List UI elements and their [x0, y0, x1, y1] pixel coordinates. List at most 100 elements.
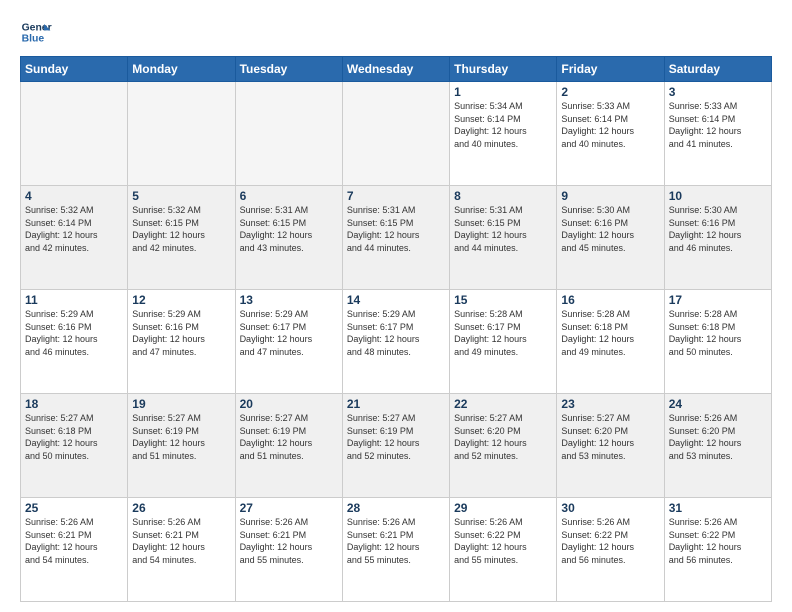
day-number: 29 [454, 501, 552, 515]
day-number: 1 [454, 85, 552, 99]
day-info: Sunrise: 5:31 AM Sunset: 6:15 PM Dayligh… [240, 204, 338, 254]
day-number: 7 [347, 189, 445, 203]
day-number: 23 [561, 397, 659, 411]
calendar-cell: 19Sunrise: 5:27 AM Sunset: 6:19 PM Dayli… [128, 394, 235, 498]
day-number: 8 [454, 189, 552, 203]
calendar-cell: 27Sunrise: 5:26 AM Sunset: 6:21 PM Dayli… [235, 498, 342, 602]
calendar-cell: 3Sunrise: 5:33 AM Sunset: 6:14 PM Daylig… [664, 82, 771, 186]
day-number: 24 [669, 397, 767, 411]
day-number: 17 [669, 293, 767, 307]
day-info: Sunrise: 5:26 AM Sunset: 6:22 PM Dayligh… [454, 516, 552, 566]
calendar-cell: 25Sunrise: 5:26 AM Sunset: 6:21 PM Dayli… [21, 498, 128, 602]
day-info: Sunrise: 5:29 AM Sunset: 6:17 PM Dayligh… [240, 308, 338, 358]
calendar-cell: 8Sunrise: 5:31 AM Sunset: 6:15 PM Daylig… [450, 186, 557, 290]
day-number: 31 [669, 501, 767, 515]
calendar-cell: 24Sunrise: 5:26 AM Sunset: 6:20 PM Dayli… [664, 394, 771, 498]
day-number: 21 [347, 397, 445, 411]
calendar-cell: 31Sunrise: 5:26 AM Sunset: 6:22 PM Dayli… [664, 498, 771, 602]
day-info: Sunrise: 5:31 AM Sunset: 6:15 PM Dayligh… [347, 204, 445, 254]
calendar-cell: 1Sunrise: 5:34 AM Sunset: 6:14 PM Daylig… [450, 82, 557, 186]
day-info: Sunrise: 5:26 AM Sunset: 6:22 PM Dayligh… [561, 516, 659, 566]
day-info: Sunrise: 5:33 AM Sunset: 6:14 PM Dayligh… [561, 100, 659, 150]
calendar-cell: 20Sunrise: 5:27 AM Sunset: 6:19 PM Dayli… [235, 394, 342, 498]
day-info: Sunrise: 5:27 AM Sunset: 6:19 PM Dayligh… [347, 412, 445, 462]
day-number: 27 [240, 501, 338, 515]
day-info: Sunrise: 5:27 AM Sunset: 6:18 PM Dayligh… [25, 412, 123, 462]
day-number: 26 [132, 501, 230, 515]
calendar-header-thursday: Thursday [450, 57, 557, 82]
calendar-cell: 13Sunrise: 5:29 AM Sunset: 6:17 PM Dayli… [235, 290, 342, 394]
day-number: 12 [132, 293, 230, 307]
day-info: Sunrise: 5:26 AM Sunset: 6:21 PM Dayligh… [347, 516, 445, 566]
calendar-cell: 12Sunrise: 5:29 AM Sunset: 6:16 PM Dayli… [128, 290, 235, 394]
day-info: Sunrise: 5:27 AM Sunset: 6:20 PM Dayligh… [561, 412, 659, 462]
day-number: 20 [240, 397, 338, 411]
day-number: 5 [132, 189, 230, 203]
day-number: 28 [347, 501, 445, 515]
day-number: 22 [454, 397, 552, 411]
calendar-cell: 28Sunrise: 5:26 AM Sunset: 6:21 PM Dayli… [342, 498, 449, 602]
day-number: 4 [25, 189, 123, 203]
svg-text:Blue: Blue [22, 34, 45, 45]
day-number: 30 [561, 501, 659, 515]
day-info: Sunrise: 5:29 AM Sunset: 6:17 PM Dayligh… [347, 308, 445, 358]
calendar-header-tuesday: Tuesday [235, 57, 342, 82]
day-info: Sunrise: 5:26 AM Sunset: 6:21 PM Dayligh… [132, 516, 230, 566]
day-info: Sunrise: 5:28 AM Sunset: 6:17 PM Dayligh… [454, 308, 552, 358]
calendar-cell: 15Sunrise: 5:28 AM Sunset: 6:17 PM Dayli… [450, 290, 557, 394]
page: General Blue SundayMondayTuesdayWednesda… [0, 0, 792, 612]
calendar-cell: 26Sunrise: 5:26 AM Sunset: 6:21 PM Dayli… [128, 498, 235, 602]
logo-icon: General Blue [20, 16, 52, 48]
day-info: Sunrise: 5:33 AM Sunset: 6:14 PM Dayligh… [669, 100, 767, 150]
day-number: 9 [561, 189, 659, 203]
day-number: 18 [25, 397, 123, 411]
calendar-cell: 22Sunrise: 5:27 AM Sunset: 6:20 PM Dayli… [450, 394, 557, 498]
calendar-header-friday: Friday [557, 57, 664, 82]
day-number: 3 [669, 85, 767, 99]
day-info: Sunrise: 5:26 AM Sunset: 6:22 PM Dayligh… [669, 516, 767, 566]
calendar-header-monday: Monday [128, 57, 235, 82]
calendar-header-sunday: Sunday [21, 57, 128, 82]
day-number: 15 [454, 293, 552, 307]
calendar-cell: 6Sunrise: 5:31 AM Sunset: 6:15 PM Daylig… [235, 186, 342, 290]
calendar-cell [235, 82, 342, 186]
day-number: 11 [25, 293, 123, 307]
calendar-week-row: 11Sunrise: 5:29 AM Sunset: 6:16 PM Dayli… [21, 290, 772, 394]
calendar-cell: 7Sunrise: 5:31 AM Sunset: 6:15 PM Daylig… [342, 186, 449, 290]
calendar-week-row: 25Sunrise: 5:26 AM Sunset: 6:21 PM Dayli… [21, 498, 772, 602]
calendar-header-row: SundayMondayTuesdayWednesdayThursdayFrid… [21, 57, 772, 82]
header: General Blue [20, 16, 772, 48]
day-number: 13 [240, 293, 338, 307]
day-info: Sunrise: 5:26 AM Sunset: 6:21 PM Dayligh… [25, 516, 123, 566]
calendar-table: SundayMondayTuesdayWednesdayThursdayFrid… [20, 56, 772, 602]
day-info: Sunrise: 5:26 AM Sunset: 6:20 PM Dayligh… [669, 412, 767, 462]
calendar-cell: 2Sunrise: 5:33 AM Sunset: 6:14 PM Daylig… [557, 82, 664, 186]
day-number: 6 [240, 189, 338, 203]
calendar-cell: 30Sunrise: 5:26 AM Sunset: 6:22 PM Dayli… [557, 498, 664, 602]
calendar-header-wednesday: Wednesday [342, 57, 449, 82]
calendar-week-row: 4Sunrise: 5:32 AM Sunset: 6:14 PM Daylig… [21, 186, 772, 290]
logo: General Blue [20, 16, 52, 48]
calendar-header-saturday: Saturday [664, 57, 771, 82]
day-info: Sunrise: 5:30 AM Sunset: 6:16 PM Dayligh… [561, 204, 659, 254]
day-info: Sunrise: 5:27 AM Sunset: 6:19 PM Dayligh… [132, 412, 230, 462]
calendar-cell: 18Sunrise: 5:27 AM Sunset: 6:18 PM Dayli… [21, 394, 128, 498]
calendar-cell: 5Sunrise: 5:32 AM Sunset: 6:15 PM Daylig… [128, 186, 235, 290]
calendar-cell: 17Sunrise: 5:28 AM Sunset: 6:18 PM Dayli… [664, 290, 771, 394]
day-number: 16 [561, 293, 659, 307]
day-info: Sunrise: 5:27 AM Sunset: 6:19 PM Dayligh… [240, 412, 338, 462]
calendar-week-row: 18Sunrise: 5:27 AM Sunset: 6:18 PM Dayli… [21, 394, 772, 498]
day-info: Sunrise: 5:28 AM Sunset: 6:18 PM Dayligh… [669, 308, 767, 358]
day-number: 2 [561, 85, 659, 99]
day-info: Sunrise: 5:29 AM Sunset: 6:16 PM Dayligh… [25, 308, 123, 358]
day-info: Sunrise: 5:30 AM Sunset: 6:16 PM Dayligh… [669, 204, 767, 254]
calendar-cell [21, 82, 128, 186]
calendar-cell: 21Sunrise: 5:27 AM Sunset: 6:19 PM Dayli… [342, 394, 449, 498]
calendar-cell: 14Sunrise: 5:29 AM Sunset: 6:17 PM Dayli… [342, 290, 449, 394]
day-info: Sunrise: 5:32 AM Sunset: 6:15 PM Dayligh… [132, 204, 230, 254]
calendar-week-row: 1Sunrise: 5:34 AM Sunset: 6:14 PM Daylig… [21, 82, 772, 186]
calendar-cell [128, 82, 235, 186]
day-info: Sunrise: 5:32 AM Sunset: 6:14 PM Dayligh… [25, 204, 123, 254]
day-info: Sunrise: 5:28 AM Sunset: 6:18 PM Dayligh… [561, 308, 659, 358]
calendar-cell: 4Sunrise: 5:32 AM Sunset: 6:14 PM Daylig… [21, 186, 128, 290]
